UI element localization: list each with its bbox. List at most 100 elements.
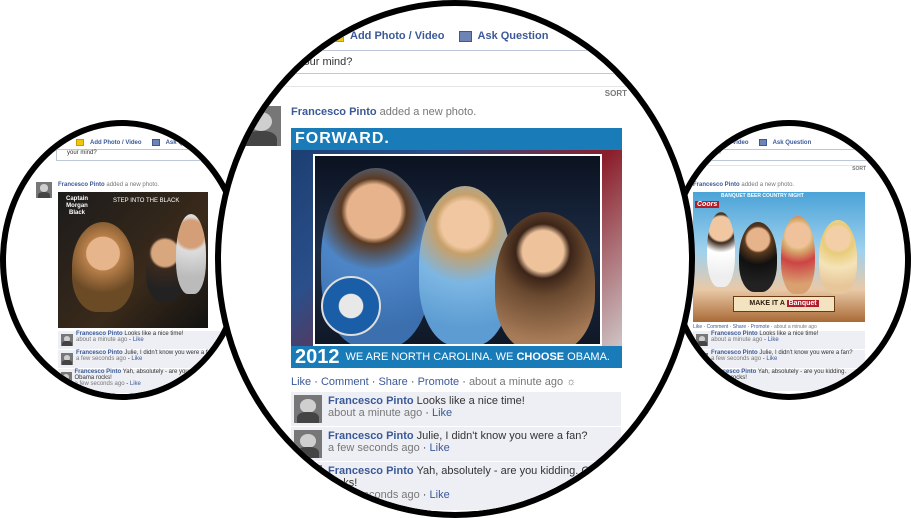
comment-author[interactable]: Francesco Pinto — [328, 465, 414, 477]
post-author[interactable]: Francesco Pinto — [58, 182, 105, 188]
comment-item: Francesco Pinto Yah, absolutely - are yo… — [693, 369, 865, 392]
comment-time: about a minute ago — [328, 407, 423, 419]
status-input[interactable]: your mind? — [681, 149, 873, 161]
comment-like-link[interactable]: Like — [130, 381, 141, 387]
caption-bold: CHOOSE — [516, 351, 565, 363]
avatar — [696, 353, 708, 365]
comment-item: Francesco Pinto Looks like a nice time! … — [58, 331, 228, 350]
comment-time: a few seconds ago — [711, 356, 762, 362]
comment-item: Francesco Pinto Julie, I didn't know you… — [291, 427, 621, 462]
photo-person — [739, 222, 777, 292]
comment-time: about a minute ago — [711, 337, 763, 343]
comment-link[interactable]: Comment — [321, 376, 369, 388]
post-header: Francesco Pinto added a new photo. — [58, 182, 159, 188]
comment-like-link[interactable]: Like — [766, 356, 777, 362]
avatar — [61, 372, 72, 384]
comment-time: a few seconds ago — [328, 442, 420, 454]
promote-link[interactable]: Promote — [751, 324, 770, 330]
composer-bar: Add Photo / Video Ask Question — [76, 139, 204, 146]
main-zoom-circle: Add Photo / Video Ask Question your mind… — [215, 0, 695, 518]
photo-slogan: STEP INTO THE BLACK — [113, 198, 180, 204]
add-photo-link[interactable]: Add Photo / Video — [697, 140, 749, 146]
post-photo[interactable]: Captain Morgan Black STEP INTO THE BLACK — [58, 192, 208, 328]
comment-item: Francesco Pinto Looks like a nice time! … — [693, 331, 865, 350]
post-time: about a minute ago — [468, 376, 564, 388]
comment-author[interactable]: Francesco Pinto — [328, 395, 414, 407]
post-header: Francesco Pinto added a new photo. — [693, 182, 794, 188]
sort-label[interactable]: SORT — [681, 165, 866, 172]
question-icon — [151, 139, 160, 146]
post-author[interactable]: Francesco Pinto — [693, 182, 740, 188]
comment-like-link[interactable]: Like — [131, 356, 142, 362]
comment-like-link[interactable]: Like — [432, 407, 452, 419]
like-link[interactable]: Like — [693, 324, 702, 330]
status-input[interactable]: your mind? — [241, 50, 679, 74]
ask-question-link[interactable]: Ask Question — [773, 140, 812, 146]
right-zoom-circle: Add Photo / Video Ask Question your mind… — [667, 120, 911, 400]
photo-caption: WE ARE NORTH CAROLINA. WE CHOOSE OBAMA. — [346, 351, 610, 363]
photo-icon — [76, 139, 84, 146]
photo-brand: Banquet — [786, 300, 819, 307]
photo-person — [176, 214, 206, 294]
comment-time: about a minute ago — [76, 337, 128, 343]
post-photo[interactable]: BANQUET BEER COUNTRY NIGHT Coors MAKE IT… — [693, 192, 865, 322]
comment-item: Francesco Pinto Looks like a nice time! … — [291, 392, 621, 427]
composer-bar: Add Photo / Video Ask Question — [331, 30, 548, 42]
comment-item: Francesco Pinto Yah, absolutely - are yo… — [291, 462, 621, 511]
post-author[interactable]: Francesco Pinto — [291, 106, 377, 118]
comment-item: Francesco Pinto Julie, I didn't know you… — [58, 350, 228, 369]
post-actions: Like · Comment · Share · Promote · about… — [291, 376, 577, 388]
composer-bar: Add Photo / Video Ask Question — [683, 139, 811, 146]
comment-time: a few seconds ago — [76, 356, 127, 362]
photo-inner-frame — [313, 154, 602, 346]
ask-question-link[interactable]: Ask Question — [166, 140, 205, 146]
post-photo[interactable]: FORWARD. 2012 WE ARE NORTH CAROLINA. WE … — [291, 128, 622, 368]
comment-like-link[interactable]: Like — [430, 489, 450, 501]
comment-like-link[interactable]: Like — [710, 381, 721, 387]
photo-tag: MAKE IT A — [749, 300, 785, 307]
avatar — [61, 334, 73, 346]
promote-link[interactable]: Promote — [418, 376, 460, 388]
photo-logo: Captain Morgan Black — [65, 196, 88, 216]
photo-person — [819, 220, 857, 294]
status-input[interactable]: your mind? — [56, 149, 238, 161]
comment-item: Francesco Pinto Julie, I didn't know you… — [693, 350, 865, 369]
post-action: added a new photo. — [379, 106, 477, 118]
share-link[interactable]: Share — [733, 324, 746, 330]
comment-like-link[interactable]: Like — [430, 442, 450, 454]
photo-person — [781, 216, 815, 294]
avatar — [696, 372, 707, 384]
avatar — [241, 106, 281, 146]
add-photo-link[interactable]: Add Photo / Video — [90, 140, 142, 146]
avatar — [61, 353, 73, 365]
post-action: added a new photo. — [106, 182, 160, 188]
comment-text: Looks like a nice time! — [416, 395, 525, 407]
comment-author[interactable]: Francesco Pinto — [328, 430, 414, 442]
avatar — [294, 430, 322, 458]
like-link[interactable]: Like — [291, 376, 311, 388]
comment-time: a few seconds ago — [328, 489, 420, 501]
photo-banner: BANQUET BEER COUNTRY NIGHT — [721, 193, 804, 199]
question-icon — [758, 139, 767, 146]
post-header: Francesco Pinto added a new photo. — [291, 106, 476, 118]
photo-icon — [331, 30, 344, 42]
avatar — [294, 465, 322, 493]
globe-icon: ☼ — [566, 376, 577, 388]
comment-item: Francesco Pinto Yah, absolutely - are yo… — [58, 369, 228, 394]
add-photo-link[interactable]: Add Photo / Video — [350, 30, 445, 42]
photo-person — [495, 212, 595, 344]
left-zoom-circle: Add Photo / Video Ask Question your mind… — [0, 120, 245, 400]
caption-text: WE ARE NORTH CAROLINA. WE — [345, 351, 517, 363]
post-action: added a new photo. — [741, 182, 795, 188]
comment-like-link[interactable]: Like — [768, 337, 779, 343]
comment-like-link[interactable]: Like — [133, 337, 144, 343]
ask-question-link[interactable]: Ask Question — [478, 30, 549, 42]
sort-label[interactable]: SORT — [241, 86, 627, 98]
caption-text: OBAMA. — [564, 351, 610, 363]
post-actions: Like · Comment · Share · Promote · about… — [693, 324, 817, 330]
comment-link[interactable]: Comment — [707, 324, 729, 330]
comment-time: a few seconds ago — [74, 381, 125, 387]
share-link[interactable]: Share — [378, 376, 407, 388]
comment-text: Julie, I didn't know you were a fan? — [416, 430, 588, 442]
question-icon — [458, 30, 472, 42]
